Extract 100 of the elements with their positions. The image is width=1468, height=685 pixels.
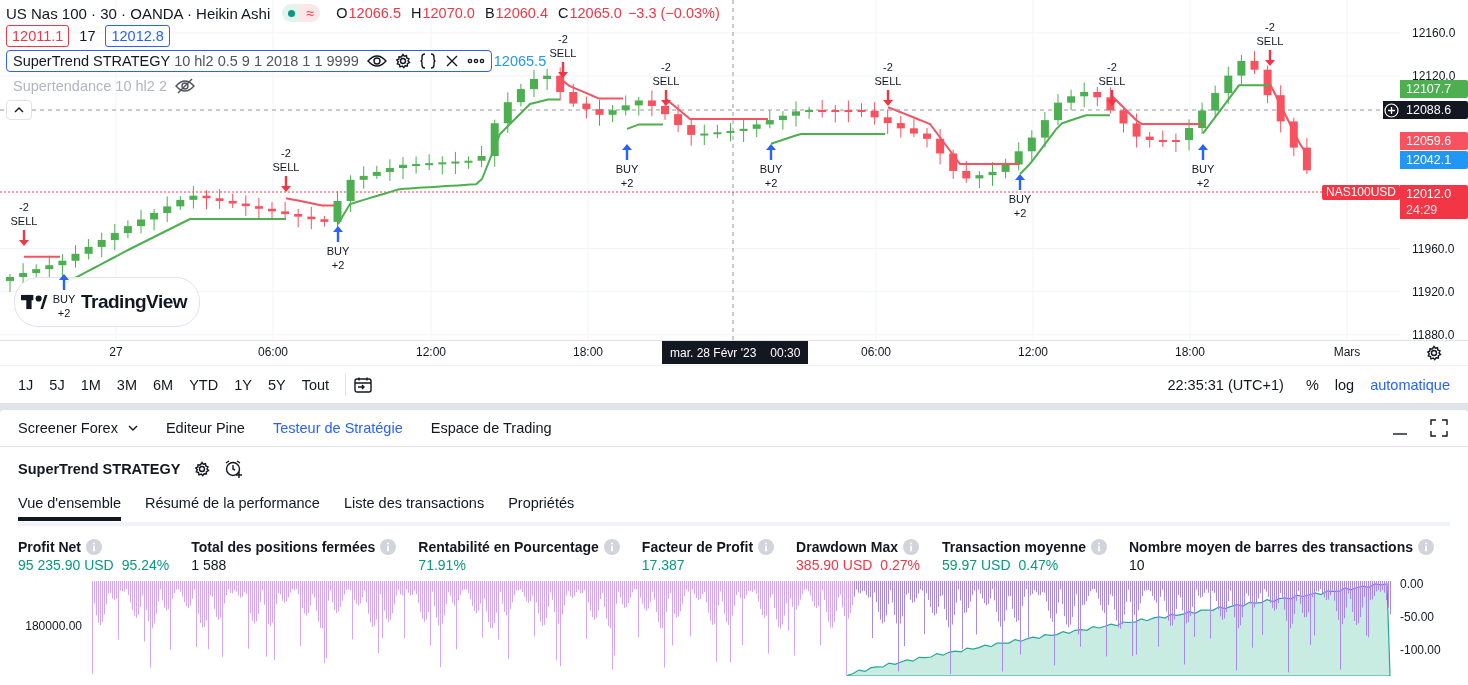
arrow-up-icon xyxy=(333,226,343,242)
candle xyxy=(621,95,630,116)
candle xyxy=(412,155,421,175)
eye-icon[interactable] xyxy=(366,54,387,68)
range-button[interactable]: Tout xyxy=(293,376,338,393)
ask-price[interactable]: 12012.8 xyxy=(105,25,170,47)
fullscreen-icon[interactable] xyxy=(1430,419,1448,437)
time-label: 18:00 xyxy=(1175,345,1205,359)
signal-amount: +2 xyxy=(620,176,634,190)
panel-tab[interactable]: Editeur Pine xyxy=(151,420,259,436)
candle xyxy=(700,124,709,146)
more-icon[interactable] xyxy=(466,58,485,64)
strategy-tab[interactable]: Liste des transactions xyxy=(343,490,485,517)
range-button[interactable]: 3M xyxy=(108,376,145,393)
panel-tab[interactable]: Espace de Trading xyxy=(416,420,566,436)
settings-icon[interactable] xyxy=(1426,345,1442,361)
candle xyxy=(1276,84,1285,133)
time-label: 18:00 xyxy=(573,345,603,359)
candle xyxy=(739,119,748,143)
signal-amount: -2 xyxy=(281,146,291,160)
close-icon[interactable] xyxy=(444,54,459,68)
candle xyxy=(844,100,853,123)
range-button[interactable]: 5J xyxy=(41,376,73,393)
panel-tab[interactable]: Testeur de Stratégie xyxy=(258,420,417,436)
candle xyxy=(202,189,211,210)
symbol-title[interactable]: US Nas 100 · 30 · OANDA · Heikin Ashi xyxy=(6,4,271,22)
metric-label: Transaction moyenne xyxy=(942,539,1086,555)
crosshair-date-text: mar. 28 Févr '23 xyxy=(670,345,757,360)
candle xyxy=(1040,111,1049,149)
range-button[interactable]: 5Y xyxy=(259,376,294,393)
supertrend-line xyxy=(626,123,664,130)
time-label: 12:00 xyxy=(1018,345,1048,359)
signal-amount: +2 xyxy=(1196,176,1210,190)
range-button[interactable]: 1Y xyxy=(226,376,260,393)
candle xyxy=(137,209,145,234)
candle xyxy=(385,158,394,182)
clock-time: 22:35:31 (UTC+1) xyxy=(1167,376,1284,393)
range-button[interactable]: 1J xyxy=(10,376,42,393)
candle xyxy=(608,104,617,123)
supertrend-line xyxy=(285,197,335,207)
signal-amount: -2 xyxy=(558,32,568,46)
scale-option[interactable]: log xyxy=(1326,376,1363,393)
signal-label: SELL xyxy=(874,74,902,88)
arrow-down-icon xyxy=(661,90,671,106)
signal-amount: -2 xyxy=(883,60,893,74)
candle xyxy=(150,208,159,231)
arrow-up-icon xyxy=(1015,174,1025,190)
signal-amount: -2 xyxy=(1265,20,1275,34)
signal-amount: +2 xyxy=(57,306,71,320)
arrow-down-icon xyxy=(558,62,568,78)
add-button[interactable] xyxy=(1383,101,1400,119)
panel-tab[interactable]: Screener Forex xyxy=(4,420,152,436)
indicator-legend[interactable]: SuperTrend STRATEGY 10 hl2 0.5 9 1 2018 1 1 9999 xyxy=(6,50,492,72)
candle xyxy=(71,244,80,269)
axis-label: -50.00 xyxy=(1400,610,1435,624)
arrow-down-icon xyxy=(1107,90,1117,106)
signal-amount: +2 xyxy=(1013,206,1027,220)
candle xyxy=(254,197,263,220)
scale-option[interactable]: automatique xyxy=(1362,376,1458,393)
axis-label: -100.00 xyxy=(1400,643,1441,657)
candle xyxy=(923,127,931,148)
signal-amount: +2 xyxy=(764,176,778,190)
axis-label: 180000.00 xyxy=(25,619,82,633)
candle xyxy=(464,155,473,170)
candle xyxy=(1224,66,1233,105)
spread-value: 17 xyxy=(79,28,96,44)
strategy-tab[interactable]: Résumé de la performance xyxy=(145,490,320,517)
arrow-down-icon xyxy=(1265,50,1275,66)
candle xyxy=(228,193,237,209)
scale-option[interactable]: % xyxy=(1297,376,1327,393)
arrow-up-icon xyxy=(1198,144,1208,160)
settings-icon[interactable] xyxy=(194,460,211,477)
range-button[interactable]: 6M xyxy=(144,376,182,393)
strategy-tab[interactable]: Vue d'ensemble xyxy=(18,490,121,521)
candle xyxy=(713,124,722,139)
code-icon[interactable] xyxy=(418,53,437,69)
candle xyxy=(477,145,486,168)
candle xyxy=(582,96,591,119)
candle xyxy=(792,100,800,127)
arrow-up-icon xyxy=(622,144,632,160)
price-label: 12160.0 xyxy=(1412,26,1456,40)
strategy-tab[interactable]: Propriétés xyxy=(508,490,575,517)
range-button[interactable]: 1M xyxy=(72,376,109,393)
price-label: 12120.0 xyxy=(1412,69,1456,84)
range-button[interactable]: YTD xyxy=(181,376,227,393)
eye-off-icon[interactable] xyxy=(174,78,195,94)
signal-label: SELL xyxy=(1098,74,1126,88)
signal-label: SELL xyxy=(1256,34,1284,48)
signal-amount: -2 xyxy=(661,60,671,74)
metric-value: 59.97 USD xyxy=(942,557,1011,573)
candle xyxy=(359,165,368,190)
calendar-icon[interactable] xyxy=(354,376,373,393)
candle xyxy=(988,161,997,187)
candle xyxy=(975,170,984,189)
signal-label: BUY xyxy=(326,244,350,258)
settings-icon[interactable] xyxy=(394,53,411,69)
collapse-button[interactable] xyxy=(6,100,32,120)
bid-price[interactable]: 12011.1 xyxy=(6,25,70,47)
ohlc-value: 12066.5 xyxy=(348,5,401,21)
alarm-add-icon[interactable] xyxy=(224,459,245,478)
